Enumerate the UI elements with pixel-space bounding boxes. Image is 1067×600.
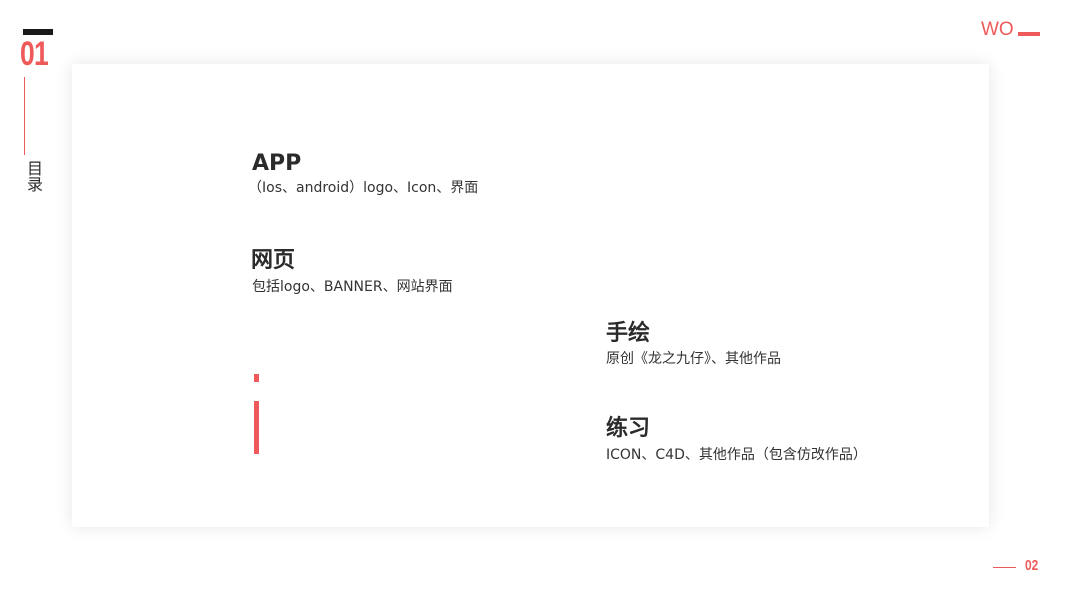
menu-item-web-title[interactable]: 网页	[251, 248, 295, 274]
menu-item-app-desc: （Ios、android）logo、Icon、界面	[248, 180, 479, 196]
brand-underline	[1018, 32, 1040, 36]
page-number-line	[993, 567, 1016, 568]
menu-item-web-desc: 包括logo、BANNER、网站界面	[252, 279, 453, 295]
section-number: 01	[20, 35, 49, 73]
menu-item-practice-title[interactable]: 练习	[606, 416, 650, 442]
menu-item-drawing-title[interactable]: 手绘	[606, 321, 650, 347]
menu-item-drawing-desc: 原创《龙之九仔》、其他作品	[606, 351, 781, 367]
accent-mark-small	[254, 374, 259, 382]
brand-logo: WO	[981, 19, 1014, 40]
content-card: APP （Ios、android）logo、Icon、界面 网页 包括logo、…	[72, 64, 989, 527]
page-number: 02	[1025, 557, 1039, 574]
menu-item-practice-desc: ICON、C4D、其他作品（包含仿改作品）	[606, 447, 867, 463]
accent-mark-tall	[254, 401, 259, 454]
side-divider-line	[24, 77, 25, 155]
section-title: 目录	[24, 160, 43, 192]
menu-item-app-title[interactable]: APP	[252, 151, 301, 177]
